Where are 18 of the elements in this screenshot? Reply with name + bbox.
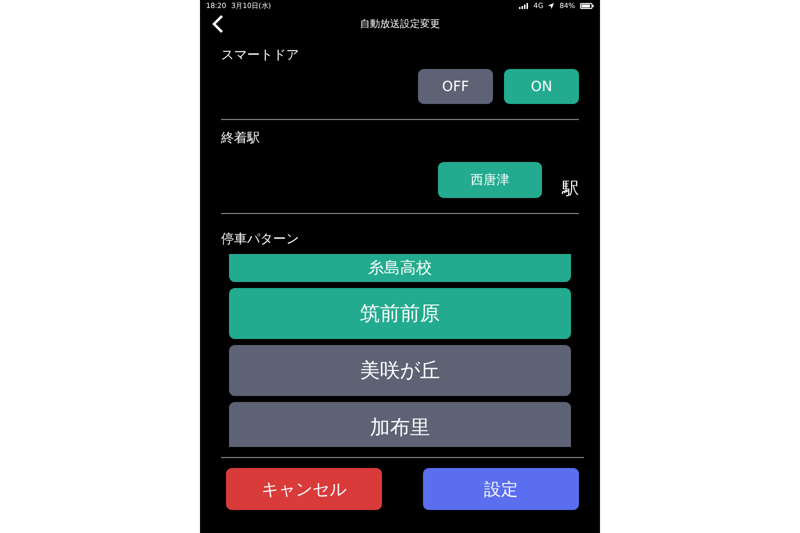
station-suffix: 駅 [562,180,579,198]
stop-item[interactable]: 美咲が丘 [229,345,571,396]
signal-icon [518,3,529,9]
setting-label: スマートドア [221,47,299,62]
stop-item[interactable]: 加布里 [229,402,571,447]
stop-item[interactable]: 糸島高校 [229,254,571,282]
station-button[interactable]: 西唐津 [438,162,542,198]
location-icon [548,3,554,9]
screen-title: 自動放送設定変更 [360,18,440,31]
battery-icon [580,3,594,9]
toggle-option[interactable]: OFF [418,69,493,104]
confirm-button[interactable]: 設定 [423,468,579,510]
setting-label: 終着駅 [221,130,260,145]
cancel-button[interactable]: キャンセル [226,468,382,510]
stop-item[interactable]: 筑前前原 [229,288,571,339]
setting-label: 停車パターン [221,232,299,247]
back-icon[interactable] [212,15,224,33]
toggle-option[interactable]: ON [504,69,579,104]
